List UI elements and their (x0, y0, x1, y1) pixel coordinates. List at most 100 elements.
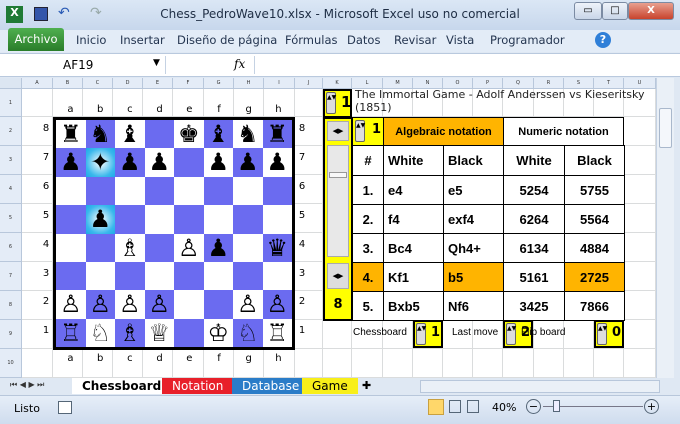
sheet-tab-notation[interactable]: Notation (162, 378, 234, 394)
row-header[interactable]: 4 (0, 175, 22, 204)
zoom-slider-thumb[interactable] (553, 400, 560, 412)
square-f2[interactable] (203, 290, 233, 319)
row-header[interactable]: 8 (0, 291, 22, 320)
square-e4-piece[interactable]: ♙ (174, 234, 204, 262)
square-h7-piece[interactable]: ♟ (263, 148, 293, 176)
square-d7-piece[interactable]: ♟ (145, 148, 175, 176)
tab-programador[interactable]: Programador (490, 33, 565, 47)
square-a6[interactable] (56, 177, 86, 205)
name-box-dropdown-icon[interactable]: ▼ (153, 58, 160, 68)
square-c5[interactable] (115, 205, 145, 234)
square-f1-piece[interactable]: ♔ (204, 319, 234, 347)
square-h3[interactable] (263, 262, 293, 290)
square-a1-piece[interactable]: ♖ (56, 318, 86, 348)
square-f4-piece[interactable]: ♟ (203, 233, 233, 262)
scroll-thumb[interactable] (329, 172, 347, 178)
column-header[interactable]: B (53, 78, 83, 89)
square-c1-piece[interactable]: ♗ (115, 318, 145, 348)
square-b2-piece[interactable]: ♙ (85, 290, 115, 319)
square-b6[interactable] (85, 176, 115, 206)
close-button[interactable]: X (628, 2, 674, 20)
square-h4-piece[interactable]: ♛ (262, 233, 292, 262)
column-header[interactable]: I (264, 78, 295, 89)
vertical-scrollbar[interactable] (656, 78, 674, 378)
column-header[interactable]: C (83, 78, 113, 89)
square-e8-piece[interactable]: ♚ (174, 120, 204, 148)
square-a4[interactable] (56, 234, 86, 262)
tab-inicio[interactable]: Inicio (76, 33, 106, 47)
square-f8-piece[interactable]: ♝ (203, 120, 233, 149)
square-c2-piece[interactable]: ♙ (115, 290, 145, 318)
square-b5-piece[interactable]: ♟ (85, 205, 115, 234)
square-e1[interactable] (174, 318, 204, 348)
column-header[interactable]: G (204, 78, 234, 89)
row-header[interactable]: 3 (0, 146, 22, 175)
square-d1-piece[interactable]: ♕ (145, 319, 175, 347)
square-g5[interactable] (233, 205, 263, 234)
row-header[interactable]: 2 (0, 117, 22, 146)
tab-revisar[interactable]: Revisar (394, 33, 436, 47)
square-g3[interactable] (233, 262, 263, 291)
square-g4[interactable] (233, 234, 263, 262)
row-header[interactable]: 1 (0, 89, 22, 117)
column-header[interactable]: E (143, 78, 173, 89)
new-sheet-icon[interactable]: ✚ (362, 379, 371, 392)
page-layout-icon[interactable] (449, 400, 461, 413)
name-box[interactable]: AF19 (8, 56, 166, 74)
sheet-tab-chessboard[interactable]: Chessboard (72, 378, 172, 394)
tab-formulas[interactable]: Fórmulas (285, 33, 338, 47)
chessboard[interactable]: ♜ ♞ ♝ ♚ ♝ ♞ ♜ ♟ ✦ ♟ ♟ ♟ ♟ ♟ ♟ ♗ ♙ ♟ ♛ ♙ ♙ ♙ ♙ ♙ ♙ ♖ ♘ ♗ ♕ ♔ ♘ ♖ (53, 117, 295, 350)
scroll-left-right-bottom[interactable]: ◀▶ (327, 263, 349, 289)
square-g1-piece[interactable]: ♘ (233, 318, 263, 348)
page-break-icon[interactable] (467, 400, 479, 413)
file-tab[interactable]: Archivo (8, 28, 64, 51)
zoom-in-icon[interactable]: + (644, 399, 659, 414)
square-d8[interactable] (144, 120, 174, 149)
square-f5[interactable] (204, 205, 234, 233)
square-c8-piece[interactable]: ♝ (115, 120, 145, 148)
flip-spinner[interactable]: ▲▼ (597, 323, 607, 345)
row-header[interactable]: 9 (0, 320, 22, 349)
row-header[interactable]: 10 (0, 349, 22, 378)
square-b8-piece[interactable]: ♞ (85, 120, 115, 149)
square-b1-piece[interactable]: ♘ (86, 319, 116, 347)
square-a3[interactable] (56, 262, 86, 291)
column-header[interactable]: D (113, 78, 143, 89)
game-spinner[interactable]: ▲▼ (326, 92, 336, 114)
square-d2-piece[interactable]: ♙ (144, 290, 174, 319)
square-d4[interactable] (144, 233, 174, 262)
chessboard-spinner[interactable]: ▲▼ (416, 323, 426, 345)
square-h8-piece[interactable]: ♜ (262, 120, 292, 149)
square-e7[interactable] (174, 148, 204, 177)
square-b3[interactable] (86, 262, 116, 290)
square-h6[interactable] (262, 176, 292, 206)
square-a8-piece[interactable]: ♜ (56, 120, 86, 148)
sheet-tab-database[interactable]: Database (232, 378, 310, 394)
fx-icon[interactable]: fx (234, 57, 245, 71)
square-e2[interactable] (174, 290, 204, 318)
tab-vista[interactable]: Vista (446, 33, 474, 47)
macro-record-icon[interactable] (58, 401, 72, 414)
square-e5[interactable] (174, 205, 204, 234)
select-all-corner[interactable] (0, 78, 22, 89)
square-c6[interactable] (115, 177, 145, 205)
square-c4-piece[interactable]: ♗ (115, 234, 145, 262)
square-c3[interactable] (115, 262, 145, 291)
sheet-tab-game[interactable]: Game (302, 378, 358, 394)
page-spinner[interactable]: ▲▼ (355, 120, 365, 142)
square-f7-piece[interactable]: ♟ (204, 148, 234, 176)
column-header[interactable]: J (295, 78, 323, 89)
square-f6[interactable] (203, 176, 233, 206)
minimize-button[interactable]: ▭ (574, 2, 602, 20)
square-g8-piece[interactable]: ♞ (233, 120, 263, 148)
scroll-left-right-top[interactable]: ◀▶ (327, 121, 349, 141)
square-g7-piece[interactable]: ♟ (233, 148, 263, 177)
square-g6[interactable] (233, 177, 263, 205)
normal-view-icon[interactable] (428, 399, 444, 415)
tab-datos[interactable]: Datos (347, 33, 380, 47)
square-e6[interactable] (174, 177, 204, 205)
column-header[interactable]: F (173, 78, 204, 89)
square-b7-piece[interactable]: ✦ (85, 148, 115, 177)
square-d6[interactable] (144, 176, 174, 206)
row-header[interactable]: 7 (0, 262, 22, 291)
